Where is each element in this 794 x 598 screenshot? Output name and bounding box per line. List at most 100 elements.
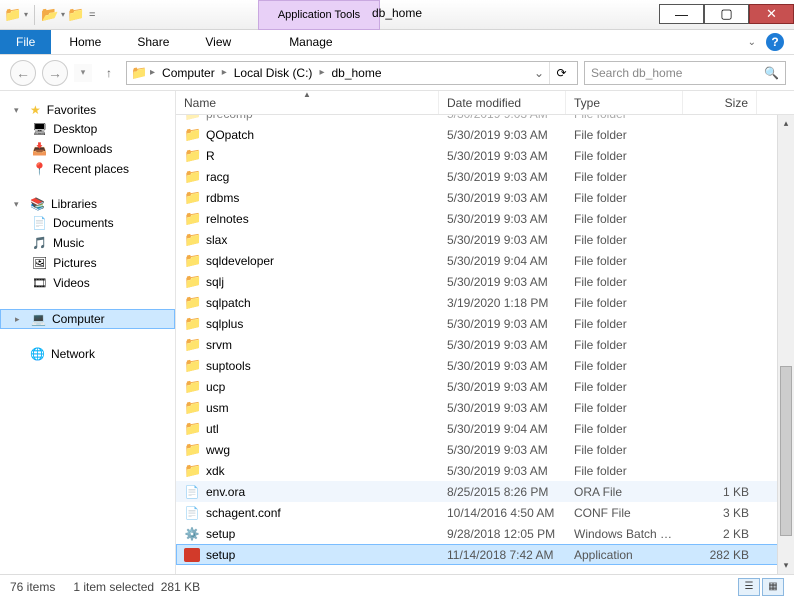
file-row[interactable]: 📁suptools 5/30/2019 9:03 AM File folder — [176, 355, 794, 376]
sidebar-item-videos[interactable]: 🎞Videos — [0, 273, 175, 293]
folder-icon: 📁 — [184, 441, 200, 458]
help-button[interactable]: ? — [766, 33, 784, 51]
close-button[interactable]: ✕ — [749, 4, 794, 24]
folder-icon[interactable]: 📁 — [67, 6, 85, 24]
search-input[interactable]: Search db_home 🔍 — [584, 61, 786, 85]
home-tab[interactable]: Home — [51, 30, 119, 54]
view-tab[interactable]: View — [187, 30, 249, 54]
maximize-button[interactable]: ▢ — [704, 4, 749, 24]
file-row[interactable]: 📁sqlj 5/30/2019 9:03 AM File folder — [176, 271, 794, 292]
file-row[interactable]: 📁sqldeveloper 5/30/2019 9:04 AM File fol… — [176, 250, 794, 271]
sidebar-favorites-header[interactable]: ▾ ★ Favorites — [0, 101, 175, 119]
file-row[interactable]: 📁precomp 5/30/2019 9:03 AM File folder — [176, 115, 794, 124]
sidebar-libraries-header[interactable]: ▾ 📚 Libraries — [0, 195, 175, 213]
history-dropdown[interactable]: ▾ — [74, 64, 92, 82]
file-name: utl — [206, 422, 219, 436]
file-date: 5/30/2019 9:03 AM — [439, 128, 566, 142]
sidebar-label: Computer — [52, 312, 105, 326]
address-bar[interactable]: 📁 ▸ Computer ▸ Local Disk (C:) ▸ db_home… — [126, 61, 578, 85]
file-row[interactable]: setup 11/14/2018 7:42 AM Application 282… — [176, 544, 794, 565]
open-folder-icon[interactable]: 📂 — [41, 6, 59, 24]
file-row[interactable]: 📁sqlpatch 3/19/2020 1:18 PM File folder — [176, 292, 794, 313]
file-row[interactable]: 📁rdbms 5/30/2019 9:03 AM File folder — [176, 187, 794, 208]
file-row[interactable]: 📁ucp 5/30/2019 9:03 AM File folder — [176, 376, 794, 397]
back-button[interactable]: ← — [10, 60, 36, 86]
file-row[interactable]: 📁utl 5/30/2019 9:04 AM File folder — [176, 418, 794, 439]
forward-button[interactable]: → — [42, 60, 68, 86]
file-tab[interactable]: File — [0, 30, 51, 54]
chevron-right-icon[interactable]: ▸ — [219, 67, 230, 78]
file-row[interactable]: 📁relnotes 5/30/2019 9:03 AM File folder — [176, 208, 794, 229]
file-row[interactable]: 📁QOpatch 5/30/2019 9:03 AM File folder — [176, 124, 794, 145]
sidebar-item-desktop[interactable]: 🖥Desktop — [0, 119, 175, 139]
scroll-thumb[interactable] — [780, 366, 792, 536]
chevron-right-icon[interactable]: ▸ — [147, 67, 158, 78]
sidebar-item-pictures[interactable]: 🖼Pictures — [0, 253, 175, 273]
manage-tab[interactable]: Manage — [271, 30, 350, 54]
overflow-icon[interactable]: = — [89, 9, 95, 21]
collapse-icon[interactable]: ▾ — [14, 199, 24, 210]
item-count: 76 items — [10, 580, 55, 594]
file-row[interactable]: 📁slax 5/30/2019 9:03 AM File folder — [176, 229, 794, 250]
breadcrumb-drive[interactable]: Local Disk (C:) — [230, 62, 317, 84]
breadcrumb-computer[interactable]: Computer — [158, 62, 219, 84]
application-tools-tab[interactable]: Application Tools — [258, 0, 380, 30]
sidebar-item-recent[interactable]: 📍Recent places — [0, 159, 175, 179]
share-tab[interactable]: Share — [119, 30, 187, 54]
sidebar-item-downloads[interactable]: 📥Downloads — [0, 139, 175, 159]
file-row[interactable]: 📄schagent.conf 10/14/2016 4:50 AM CONF F… — [176, 502, 794, 523]
column-name[interactable]: ▲ Name — [176, 91, 439, 114]
computer-icon: 💻 — [31, 312, 46, 326]
details-view-button[interactable]: ☰ — [738, 578, 760, 596]
file-row[interactable]: 📁usm 5/30/2019 9:03 AM File folder — [176, 397, 794, 418]
sidebar-item-network[interactable]: ▸ 🌐 Network — [0, 345, 175, 363]
file-row[interactable]: 📁wwg 5/30/2019 9:03 AM File folder — [176, 439, 794, 460]
file-date: 5/30/2019 9:03 AM — [439, 443, 566, 457]
expand-ribbon-icon[interactable]: ⌄ — [748, 37, 756, 48]
file-type: File folder — [566, 422, 683, 436]
sidebar-item-computer[interactable]: ▸ 💻 Computer — [0, 309, 175, 329]
file-row[interactable]: 📁srvm 5/30/2019 9:03 AM File folder — [176, 334, 794, 355]
icons-view-button[interactable]: ▦ — [762, 578, 784, 596]
sidebar-label: Favorites — [47, 103, 96, 117]
file-row[interactable]: 📁sqlplus 5/30/2019 9:03 AM File folder — [176, 313, 794, 334]
folder-icon: 📁 — [184, 252, 200, 269]
location-icon: 📁 — [131, 65, 147, 81]
file-row[interactable]: 📄env.ora 8/25/2015 8:26 PM ORA File 1 KB — [176, 481, 794, 502]
expand-icon[interactable]: ▸ — [15, 314, 25, 325]
file-date: 3/19/2020 1:18 PM — [439, 296, 566, 310]
qat-dropdown-icon[interactable]: ▾ — [24, 10, 28, 19]
music-icon: 🎵 — [32, 236, 47, 250]
scroll-track[interactable] — [778, 132, 794, 557]
scroll-up-arrow[interactable]: ▴ — [778, 115, 794, 132]
file-row[interactable]: 📁xdk 5/30/2019 9:03 AM File folder — [176, 460, 794, 481]
minimize-button[interactable]: — — [659, 4, 704, 24]
file-date: 5/30/2019 9:03 AM — [439, 275, 566, 289]
vertical-scrollbar[interactable]: ▴ ▾ — [777, 115, 794, 574]
file-name: usm — [206, 401, 229, 415]
column-type[interactable]: Type — [566, 91, 683, 114]
column-date[interactable]: Date modified — [439, 91, 566, 114]
file-row[interactable]: 📁racg 5/30/2019 9:03 AM File folder — [176, 166, 794, 187]
column-size[interactable]: Size — [683, 91, 757, 114]
chevron-right-icon[interactable]: ▸ — [316, 67, 327, 78]
file-date: 5/30/2019 9:03 AM — [439, 233, 566, 247]
breadcrumb-folder[interactable]: db_home — [327, 62, 385, 84]
file-row[interactable]: ⚙️setup 9/28/2018 12:05 PM Windows Batch… — [176, 523, 794, 544]
file-date: 5/30/2019 9:03 AM — [439, 380, 566, 394]
file-list[interactable]: 📁precomp 5/30/2019 9:03 AM File folder 📁… — [176, 115, 794, 574]
collapse-icon[interactable]: ▾ — [14, 105, 24, 116]
refresh-button[interactable]: ⟳ — [549, 62, 573, 84]
file-name: racg — [206, 170, 229, 184]
address-dropdown-icon[interactable]: ⌄ — [529, 62, 549, 84]
sidebar-item-music[interactable]: 🎵Music — [0, 233, 175, 253]
file-row[interactable]: 📁R 5/30/2019 9:03 AM File folder — [176, 145, 794, 166]
navigation-pane: ▾ ★ Favorites 🖥Desktop 📥Downloads 📍Recen… — [0, 91, 176, 574]
sidebar-item-documents[interactable]: 📄Documents — [0, 213, 175, 233]
up-button[interactable]: ↑ — [98, 62, 120, 84]
file-size: 3 KB — [683, 506, 757, 520]
sort-ascending-icon: ▲ — [303, 90, 311, 99]
recent-icon: 📍 — [32, 162, 47, 176]
qat-dropdown-icon[interactable]: ▾ — [61, 10, 65, 19]
scroll-down-arrow[interactable]: ▾ — [778, 557, 794, 574]
